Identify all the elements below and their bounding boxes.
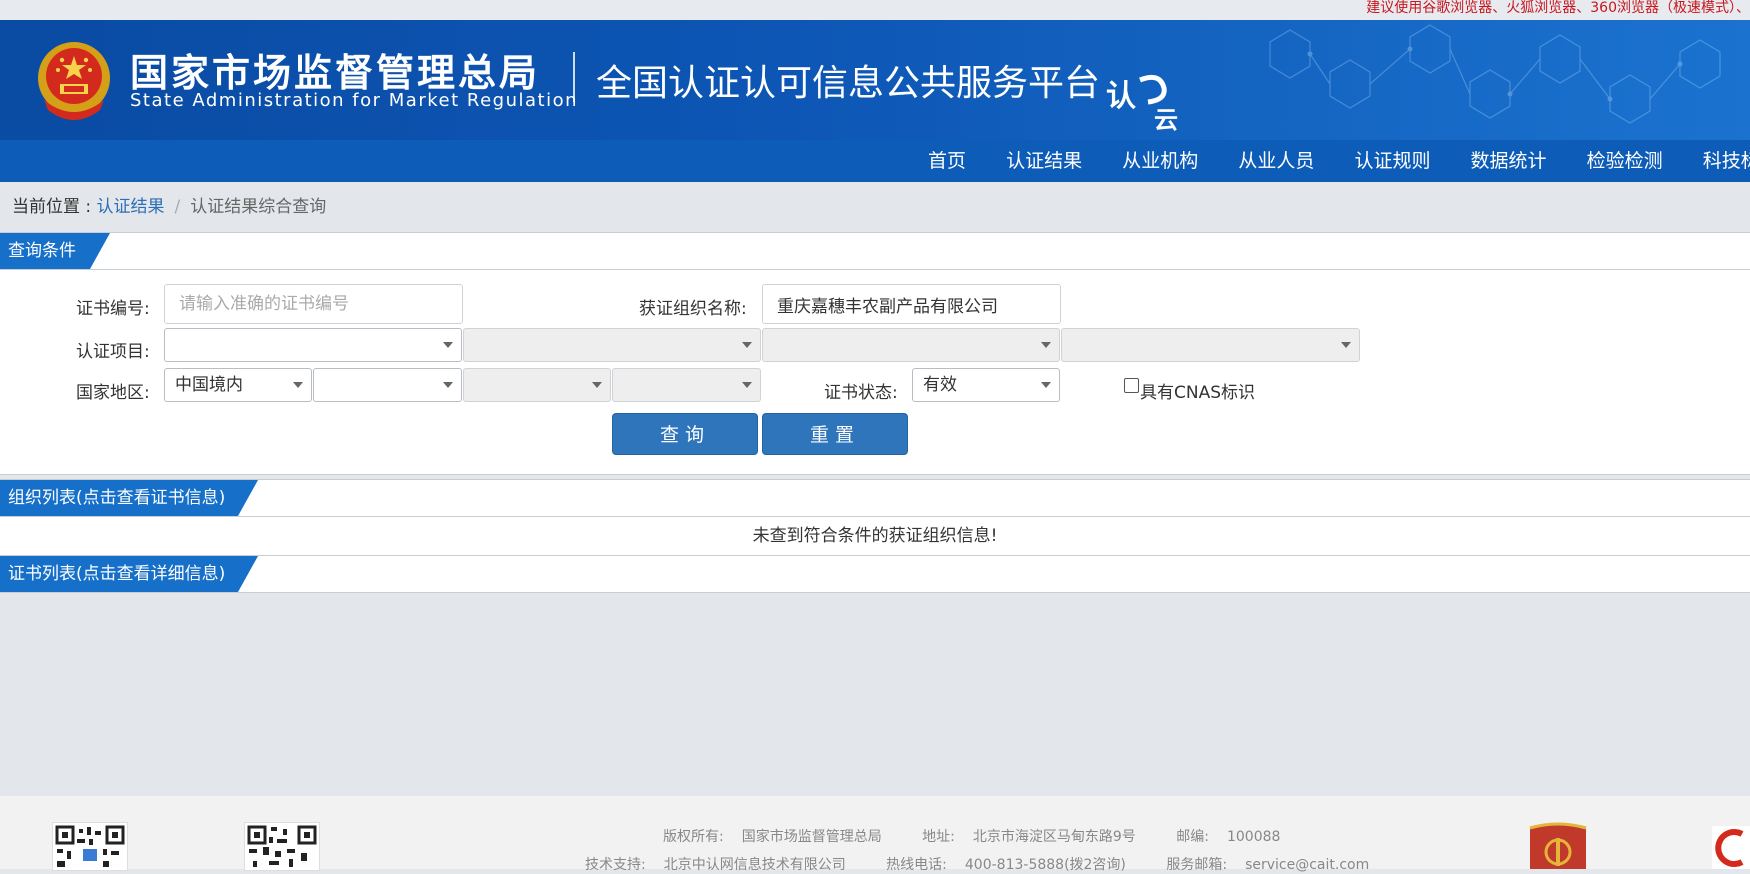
- breadcrumb-prefix: 当前位置 :: [12, 197, 97, 217]
- region-label: 国家地区:: [76, 383, 150, 403]
- chevron-down-icon: [1341, 342, 1351, 348]
- copyright-value: 国家市场监督管理总局: [741, 829, 882, 845]
- nav-item-cert-rules[interactable]: 认证规则: [1354, 140, 1430, 182]
- breadcrumb-link-cert-results[interactable]: 认证结果: [97, 197, 165, 217]
- hexagon-pattern-decoration: [1269, 24, 1721, 124]
- breadcrumb-current: 认证结果综合查询: [190, 197, 327, 217]
- nav-item-home[interactable]: 首页: [928, 140, 966, 182]
- address-label: 地址:: [922, 829, 955, 845]
- email-label: 服务邮箱:: [1166, 857, 1228, 873]
- query-form: 证书编号: 获证组织名称: 认证项目: 国家地区: 中国境内 证书状态: 有效 …: [0, 270, 1750, 475]
- chevron-down-icon: [592, 382, 602, 388]
- postcode-value: 100088: [1226, 829, 1281, 845]
- region-select-province[interactable]: [313, 368, 462, 402]
- project-select-3[interactable]: [762, 328, 1060, 362]
- org-list-title: 组织列表(点击查看证书信息): [0, 480, 258, 516]
- support-value: 北京中认网信息技术有限公司: [663, 857, 846, 873]
- region-select-district[interactable]: [612, 368, 761, 402]
- national-emblem-icon: [38, 42, 110, 120]
- reset-button[interactable]: 重置: [762, 413, 908, 455]
- query-section-header: 查询条件: [0, 232, 1750, 270]
- footer-copyright-line: 版权所有: 国家市场监督管理总局 地址: 北京市海淀区马甸东路9号 邮编: 10008…: [663, 826, 1316, 846]
- project-select-2[interactable]: [463, 328, 761, 362]
- cnas-checkbox-label: 具有CNAS标识: [1140, 383, 1256, 403]
- chevron-down-icon: [742, 342, 752, 348]
- copyright-label: 版权所有:: [663, 829, 724, 845]
- org-name-input[interactable]: [762, 284, 1061, 324]
- nav-item-personnel[interactable]: 从业人员: [1238, 140, 1314, 182]
- platform-title: 全国认证认可信息公共服务平台: [596, 63, 1101, 104]
- nav-item-inspection[interactable]: 检验检测: [1587, 140, 1663, 182]
- agency-name-cn: 国家市场监督管理总局: [130, 51, 541, 95]
- project-select-4[interactable]: [1061, 328, 1360, 362]
- gov-site-badge-icon[interactable]: [1712, 822, 1750, 869]
- cert-list-section-header: 证书列表(点击查看详细信息): [0, 556, 1750, 593]
- address-value: 北京市海淀区马甸东路9号: [972, 829, 1136, 845]
- logo-text-b: 云: [1154, 106, 1178, 132]
- email-value[interactable]: service@cait.com: [1245, 857, 1369, 873]
- breadcrumb: 当前位置 : 认证结果 / 认证结果综合查询: [0, 182, 1750, 232]
- top-notice-bar: 建议使用谷歌浏览器、火狐浏览器、360浏览器（极速模式）、: [0, 0, 1750, 20]
- party-emblem-badge-icon[interactable]: [1526, 822, 1590, 869]
- hotline-label: 热线电话:: [886, 857, 947, 873]
- org-list-empty-message: 未查到符合条件的获证组织信息!: [0, 517, 1750, 556]
- nav-item-institutions[interactable]: 从业机构: [1122, 140, 1198, 182]
- status-label: 证书状态:: [824, 383, 898, 403]
- nav-item-statistics[interactable]: 数据统计: [1471, 140, 1547, 182]
- support-label: 技术支持:: [585, 857, 646, 873]
- region-select-city[interactable]: [463, 368, 611, 402]
- cert-list-title: 证书列表(点击查看详细信息): [0, 556, 258, 592]
- header-divider: [573, 52, 575, 102]
- cert-no-input[interactable]: [164, 284, 463, 324]
- logo-text-a: 认: [1106, 79, 1136, 114]
- nav-item-cert-results[interactable]: 认证结果: [1006, 140, 1082, 182]
- footer-support-line: 技术支持: 北京中认网信息技术有限公司 热线电话: 400-813-5888(拨2咨…: [585, 854, 1405, 874]
- site-header: 国家市场监督管理总局 State Administration for Mark…: [0, 20, 1750, 140]
- nav-item-tech-standards[interactable]: 科技标: [1703, 140, 1750, 182]
- hotline-value: 400-813-5888(拨2咨询): [964, 857, 1126, 873]
- chevron-down-icon: [1041, 342, 1051, 348]
- cert-no-label: 证书编号:: [76, 299, 150, 319]
- browser-notice: 建议使用谷歌浏览器、火狐浏览器、360浏览器（极速模式）、: [1366, 0, 1750, 16]
- cnas-checkbox[interactable]: [1124, 378, 1139, 393]
- query-section-title: 查询条件: [0, 233, 110, 269]
- postcode-label: 邮编:: [1176, 829, 1209, 845]
- status-select[interactable]: 有效: [912, 368, 1060, 402]
- org-name-label: 获证组织名称:: [639, 299, 747, 319]
- chevron-down-icon: [742, 382, 752, 388]
- page-footer: 版权所有: 国家市场监督管理总局 地址: 北京市海淀区马甸东路9号 邮编: 10008…: [0, 796, 1750, 873]
- agency-name-en: State Administration for Market Regulati…: [130, 90, 578, 111]
- chevron-down-icon: [1041, 382, 1051, 388]
- chevron-down-icon: [443, 382, 453, 388]
- chevron-down-icon: [293, 382, 303, 388]
- region-select-country[interactable]: 中国境内: [164, 368, 312, 402]
- main-nav: 首页 认证结果 从业机构 从业人员 认证规则 数据统计 检验检测 科技标: [0, 140, 1750, 182]
- qr-code-icon: [244, 822, 320, 871]
- project-label: 认证项目:: [76, 342, 150, 362]
- renzheng-cloud-logo-icon: 认 云: [1106, 74, 1178, 132]
- search-button[interactable]: 查询: [612, 413, 758, 455]
- project-select-1[interactable]: [164, 328, 462, 362]
- org-list-section-header: 组织列表(点击查看证书信息): [0, 479, 1750, 517]
- chevron-down-icon: [443, 342, 453, 348]
- breadcrumb-separator: /: [174, 197, 181, 217]
- qr-code-icon: [52, 822, 128, 871]
